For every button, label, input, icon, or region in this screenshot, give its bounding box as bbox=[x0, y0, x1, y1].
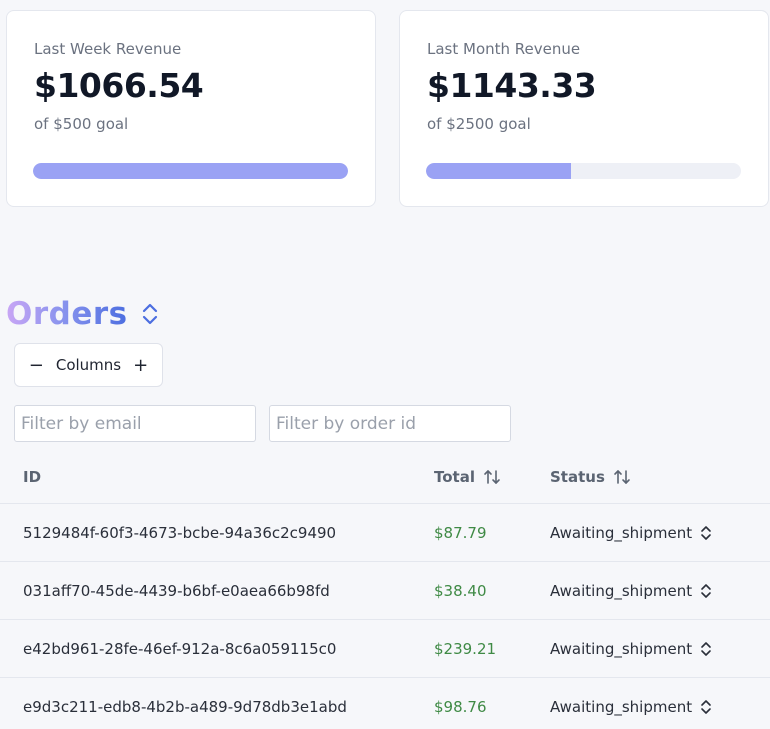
chevron-up-down-icon bbox=[701, 700, 711, 714]
column-header-id: ID bbox=[23, 467, 42, 486]
progress-fill bbox=[426, 163, 571, 179]
progress-bar bbox=[33, 163, 348, 179]
card-label: Last Week Revenue bbox=[34, 40, 182, 58]
order-status-value: Awaiting_shipment bbox=[550, 524, 693, 542]
chevron-up-down-icon[interactable] bbox=[140, 301, 160, 327]
progress-fill bbox=[33, 163, 348, 179]
card-value: $1143.33 bbox=[427, 66, 597, 105]
sort-icon[interactable] bbox=[613, 468, 631, 486]
remove-column-button[interactable]: − bbox=[29, 355, 44, 376]
table-header: ID Total Status bbox=[0, 450, 770, 504]
order-total-cell: $87.79 bbox=[434, 524, 487, 542]
table-row[interactable]: e9d3c211-edb8-4b2b-a489-9d78db3e1abd $98… bbox=[0, 678, 770, 729]
order-status-select[interactable]: Awaiting_shipment bbox=[550, 524, 712, 542]
order-id-cell: 031aff70-45de-4439-b6bf-e0aea66b98fd bbox=[23, 582, 330, 600]
filter-order-id-input[interactable] bbox=[269, 405, 511, 442]
chevron-up-down-icon bbox=[701, 526, 711, 540]
card-value: $1066.54 bbox=[34, 66, 204, 105]
order-status-select[interactable]: Awaiting_shipment bbox=[550, 698, 712, 716]
order-status-select[interactable]: Awaiting_shipment bbox=[550, 582, 712, 600]
sort-icon[interactable] bbox=[483, 468, 501, 486]
card-label: Last Month Revenue bbox=[427, 40, 581, 58]
order-id-cell: e42bd961-28fe-46ef-912a-8c6a059115c0 bbox=[23, 640, 337, 658]
column-header-status[interactable]: Status bbox=[550, 468, 631, 486]
order-status-select[interactable]: Awaiting_shipment bbox=[550, 640, 712, 658]
column-header-total-label: Total bbox=[434, 467, 475, 486]
columns-control: − Columns + bbox=[14, 343, 163, 387]
order-status-value: Awaiting_shipment bbox=[550, 698, 693, 716]
orders-title: Orders bbox=[6, 296, 128, 332]
order-status-value: Awaiting_shipment bbox=[550, 582, 693, 600]
last-month-revenue-card: Last Month Revenue $1143.33 of $2500 goa… bbox=[399, 10, 769, 207]
chevron-up-down-icon bbox=[701, 584, 711, 598]
order-total-cell: $98.76 bbox=[434, 698, 487, 716]
order-total-cell: $239.21 bbox=[434, 640, 497, 658]
table-row[interactable]: 031aff70-45de-4439-b6bf-e0aea66b98fd $38… bbox=[0, 562, 770, 620]
orders-heading[interactable]: Orders bbox=[6, 296, 160, 332]
table-row[interactable]: 5129484f-60f3-4673-bcbe-94a36c2c9490 $87… bbox=[0, 504, 770, 562]
filter-email-input[interactable] bbox=[14, 405, 256, 442]
table-row[interactable]: e42bd961-28fe-46ef-912a-8c6a059115c0 $23… bbox=[0, 620, 770, 678]
columns-label: Columns bbox=[55, 356, 122, 374]
card-goal: of $2500 goal bbox=[427, 115, 531, 133]
order-total-cell: $38.40 bbox=[434, 582, 487, 600]
order-id-cell: e9d3c211-edb8-4b2b-a489-9d78db3e1abd bbox=[23, 698, 347, 716]
column-header-status-label: Status bbox=[550, 467, 605, 486]
progress-bar bbox=[426, 163, 741, 179]
order-id-cell: 5129484f-60f3-4673-bcbe-94a36c2c9490 bbox=[23, 524, 337, 542]
chevron-up-down-icon bbox=[701, 642, 711, 656]
orders-table: ID Total Status 5129484f-60f3-4673-bcbe-… bbox=[0, 450, 770, 729]
order-status-value: Awaiting_shipment bbox=[550, 640, 693, 658]
add-column-button[interactable]: + bbox=[133, 355, 148, 376]
card-goal: of $500 goal bbox=[34, 115, 129, 133]
column-header-total[interactable]: Total bbox=[434, 468, 501, 486]
last-week-revenue-card: Last Week Revenue $1066.54 of $500 goal bbox=[6, 10, 376, 207]
